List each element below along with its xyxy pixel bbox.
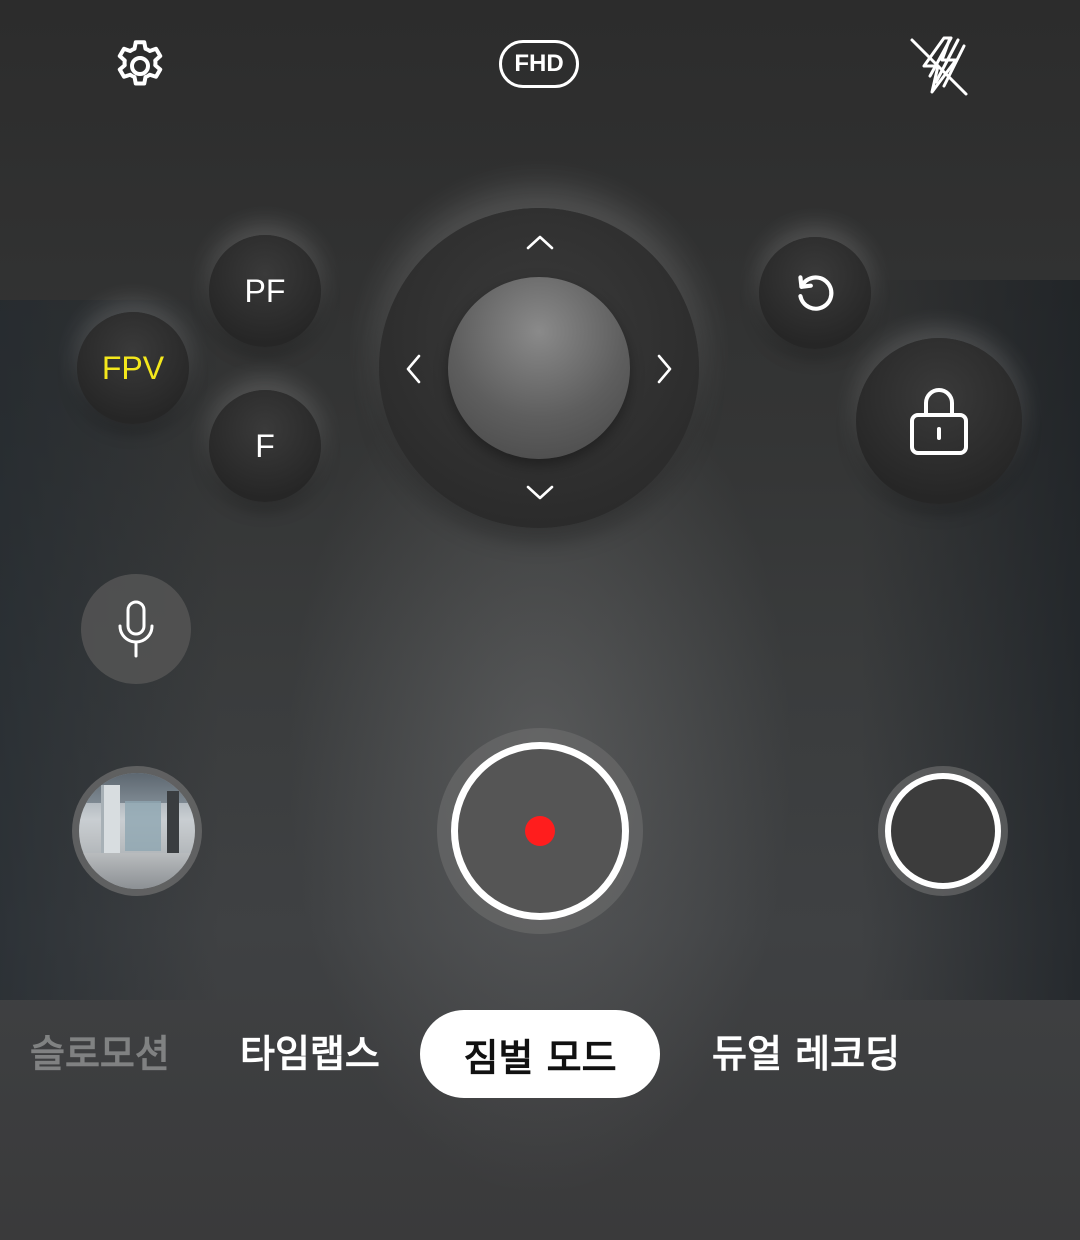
flash-button[interactable] <box>902 30 976 100</box>
flash-off-icon <box>910 36 968 96</box>
chevron-right-icon[interactable] <box>652 352 676 386</box>
microphone-button[interactable] <box>81 574 191 684</box>
record-dot-icon <box>525 816 555 846</box>
gear-icon <box>117 40 163 86</box>
resolution-label: FHD <box>514 50 564 77</box>
preset-f-label: F <box>255 427 275 464</box>
chevron-down-icon[interactable] <box>524 483 556 503</box>
preset-pf-button[interactable]: PF <box>209 235 321 347</box>
chevron-up-icon[interactable] <box>524 232 556 252</box>
settings-button[interactable] <box>108 34 172 98</box>
mode-timelapse[interactable]: 타임랩스 <box>240 1022 380 1086</box>
mode-gimbal[interactable]: 짐벌 모드 <box>420 1010 660 1098</box>
mode-gimbal-label: 짐벌 모드 <box>463 1035 617 1080</box>
gallery-thumbnail-button[interactable] <box>72 766 202 896</box>
preset-f-button[interactable]: F <box>209 390 321 502</box>
microphone-icon <box>118 600 154 658</box>
preset-pf-label: PF <box>244 272 286 309</box>
lock-icon <box>910 388 968 455</box>
chevron-left-icon[interactable] <box>402 352 426 386</box>
preset-fpv-label: FPV <box>101 349 165 386</box>
capture-button[interactable] <box>885 773 1001 889</box>
preset-fpv-button[interactable]: FPV <box>77 312 189 424</box>
resolution-button[interactable]: FHD <box>499 40 579 88</box>
rotate-ccw-icon <box>798 275 834 311</box>
gallery-thumbnail <box>79 773 195 889</box>
reset-button[interactable] <box>759 237 871 349</box>
lock-button[interactable] <box>856 338 1022 504</box>
joystick-knob[interactable] <box>448 277 630 459</box>
mode-dual-recording[interactable]: 듀얼 레코딩 <box>712 1022 900 1086</box>
mode-slow-motion[interactable]: 슬로모션 <box>30 1022 170 1086</box>
